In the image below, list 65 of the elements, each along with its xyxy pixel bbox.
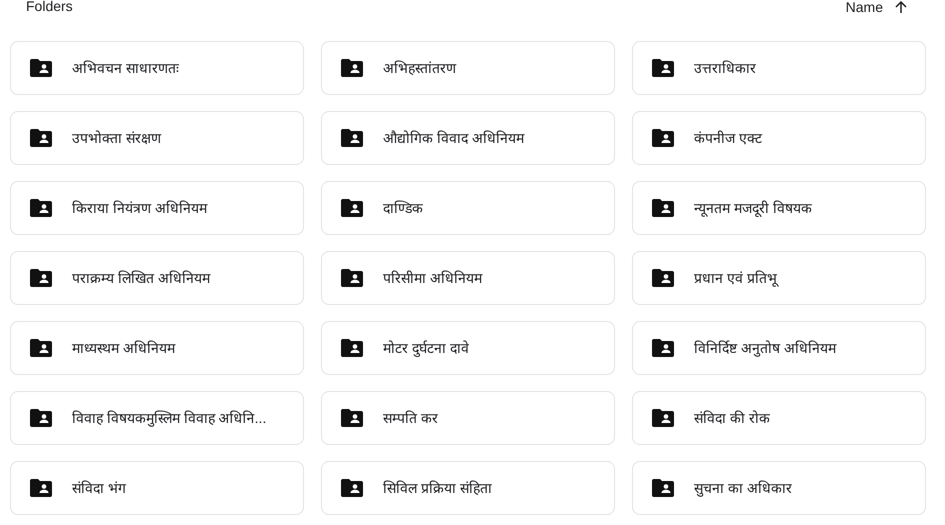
shared-folder-icon [30,479,52,497]
folder-card[interactable]: परिसीमा अधिनियम [321,251,615,305]
shared-folder-icon [341,59,363,77]
folder-name: अभिहस्तांतरण [383,58,456,78]
folder-name: परिसीमा अधिनियम [383,268,482,288]
shared-folder-icon [30,339,52,357]
section-title: Folders [26,0,73,16]
folder-name: संविदा की रोक [694,408,770,428]
folder-card[interactable]: प्रधान एवं प्रतिभू [632,251,926,305]
folder-name: सम्पति कर [383,408,438,428]
folder-name: कंपनीज एक्ट [694,128,762,148]
folder-card[interactable]: संविदा भंग [10,461,304,515]
folder-card[interactable]: कंपनीज एक्ट [632,111,926,165]
shared-folder-icon [652,479,674,497]
shared-folder-icon [30,59,52,77]
folder-name: पराक्रम्य लिखित अधिनियम [72,268,210,288]
folder-card[interactable]: संविदा की रोक [632,391,926,445]
folder-card[interactable]: उत्तराधिकार [632,41,926,95]
folder-card[interactable]: माध्यस्थम अधिनियम [10,321,304,375]
folder-name: अभिवचन साधारणतः [72,58,179,78]
folder-name: सुचना का अधिकार [694,478,792,498]
folder-name: औद्योगिक विवाद अधिनियम [383,128,524,148]
folder-card[interactable]: पराक्रम्य लिखित अधिनियम [10,251,304,305]
folder-name: उत्तराधिकार [694,58,756,78]
shared-folder-icon [341,199,363,217]
folder-card[interactable]: विवाह विषयकमुस्लिम विवाह अधिनि... [10,391,304,445]
folder-card[interactable]: किराया नियंत्रण अधिनियम [10,181,304,235]
shared-folder-icon [30,129,52,147]
folder-name: मोटर दुर्घटना दावे [383,338,469,358]
folder-name: दाण्डिक [383,198,423,218]
sort-button[interactable]: Name [846,0,909,16]
shared-folder-icon [652,129,674,147]
folder-card[interactable]: सम्पति कर [321,391,615,445]
folder-card[interactable]: सुचना का अधिकार [632,461,926,515]
folder-name: विनिर्दिष्ट अनुतोष अधिनियम [694,338,836,358]
folder-name: उपभोक्ता संरक्षण [72,128,161,148]
folder-name: किराया नियंत्रण अधिनियम [72,198,207,218]
shared-folder-icon [652,339,674,357]
folder-card[interactable]: उपभोक्ता संरक्षण [10,111,304,165]
folder-name: माध्यस्थम अधिनियम [72,338,175,358]
shared-folder-icon [652,409,674,427]
shared-folder-icon [652,199,674,217]
folder-name: विवाह विषयकमुस्लिम विवाह अधिनि... [72,408,266,428]
shared-folder-icon [341,339,363,357]
folder-card[interactable]: सिविल प्रक्रिया संहिता [321,461,615,515]
folder-card[interactable]: न्यूनतम मजदूरी विषयक [632,181,926,235]
folder-card[interactable]: औद्योगिक विवाद अधिनियम [321,111,615,165]
shared-folder-icon [341,409,363,427]
folder-card[interactable]: विनिर्दिष्ट अनुतोष अधिनियम [632,321,926,375]
shared-folder-icon [341,479,363,497]
shared-folder-icon [30,269,52,287]
shared-folder-icon [652,269,674,287]
folder-name: न्यूनतम मजदूरी विषयक [694,198,812,218]
shared-folder-icon [652,59,674,77]
shared-folder-icon [30,409,52,427]
shared-folder-icon [341,269,363,287]
folder-card[interactable]: अभिहस्तांतरण [321,41,615,95]
shared-folder-icon [30,199,52,217]
folder-card[interactable]: दाण्डिक [321,181,615,235]
folder-card[interactable]: अभिवचन साधारणतः [10,41,304,95]
folder-card[interactable]: मोटर दुर्घटना दावे [321,321,615,375]
folder-name: संविदा भंग [72,478,126,498]
folder-name: सिविल प्रक्रिया संहिता [383,478,492,498]
folder-name: प्रधान एवं प्रतिभू [694,268,777,288]
shared-folder-icon [341,129,363,147]
